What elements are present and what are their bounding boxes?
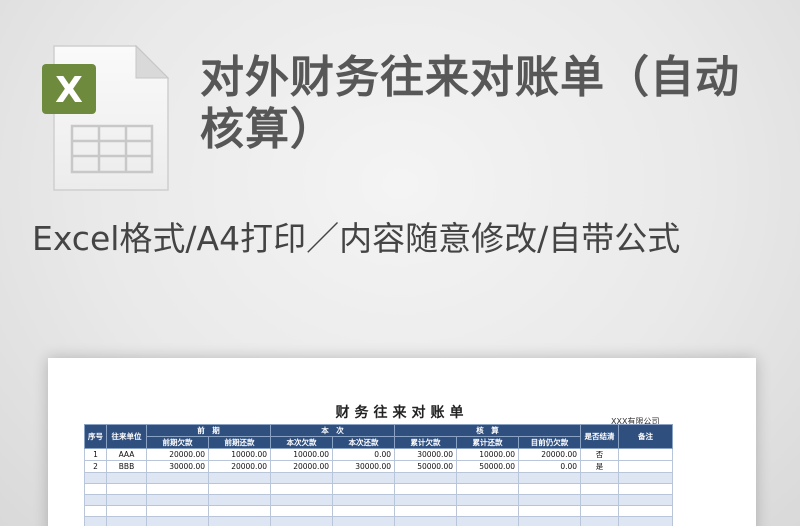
cell-current-paid[interactable]: 30000.00: [332, 460, 395, 473]
spreadsheet-preview: 财务往来对账单 XXX有限公司 序号 往来单位 前 期 本 次 核 算 是否结清…: [48, 358, 756, 526]
header-current-owed: 本次欠款: [270, 436, 333, 449]
empty-row[interactable]: [84, 472, 674, 484]
cell-cum-owed[interactable]: 30000.00: [394, 448, 457, 461]
empty-row[interactable]: [84, 494, 674, 506]
cell-seq[interactable]: 2: [84, 460, 107, 473]
cell-still-owed[interactable]: 0.00: [517, 460, 582, 473]
reconciliation-table: 序号 往来单位 前 期 本 次 核 算 是否结清 备注 前期欠款 前期还款 本次…: [84, 424, 674, 526]
cell-current-paid[interactable]: 0.00: [332, 448, 395, 461]
cell-unit[interactable]: BBB: [106, 460, 147, 473]
page-subtitle: Excel格式/A4打印／内容随意修改/自带公式: [32, 219, 681, 258]
header-prior-group: 前 期: [146, 424, 271, 437]
cell-settled[interactable]: 是: [580, 460, 620, 473]
header-remark: 备注: [618, 424, 674, 449]
header-unit: 往来单位: [106, 424, 147, 449]
table-row[interactable]: 2 BBB 30000.00 20000.00 20000.00 30000.0…: [84, 460, 674, 473]
header-check-group: 核 算: [393, 424, 582, 437]
cell-remark[interactable]: [618, 460, 674, 473]
cell-prior-paid[interactable]: 20000.00: [208, 460, 271, 473]
cell-current-owed[interactable]: 20000.00: [270, 460, 333, 473]
header-settled: 是否结清: [580, 424, 620, 449]
cell-still-owed[interactable]: 20000.00: [517, 448, 582, 461]
cell-prior-owed[interactable]: 20000.00: [146, 448, 209, 461]
excel-badge-letter: X: [55, 70, 83, 111]
empty-row[interactable]: [84, 483, 674, 495]
empty-row[interactable]: [84, 505, 674, 517]
header-cum-paid: 累计还款: [456, 436, 519, 449]
empty-row[interactable]: [84, 516, 674, 526]
cell-current-owed[interactable]: 10000.00: [270, 448, 333, 461]
header-current-group: 本 次: [270, 424, 395, 437]
header-prior-owed: 前期欠款: [146, 436, 209, 449]
cell-cum-owed[interactable]: 50000.00: [394, 460, 457, 473]
cell-remark[interactable]: [618, 448, 674, 461]
header-seq: 序号: [84, 424, 107, 449]
cell-prior-owed[interactable]: 30000.00: [146, 460, 209, 473]
cell-cum-paid[interactable]: 50000.00: [456, 460, 519, 473]
cell-seq[interactable]: 1: [84, 448, 107, 461]
cell-cum-paid[interactable]: 10000.00: [456, 448, 519, 461]
header-prior-paid: 前期还款: [208, 436, 271, 449]
cell-settled[interactable]: 否: [580, 448, 620, 461]
cell-prior-paid[interactable]: 10000.00: [208, 448, 271, 461]
header-cum-owed: 累计欠款: [394, 436, 457, 449]
header-still-owed: 目前仍欠款: [517, 436, 582, 449]
page-title: 对外财务往来对账单（自动核算）: [200, 52, 740, 155]
excel-file-icon: X: [42, 44, 170, 191]
header-current-paid: 本次还款: [332, 436, 395, 449]
cell-unit[interactable]: AAA: [106, 448, 147, 461]
table-row[interactable]: 1 AAA 20000.00 10000.00 10000.00 0.00 30…: [84, 448, 674, 461]
